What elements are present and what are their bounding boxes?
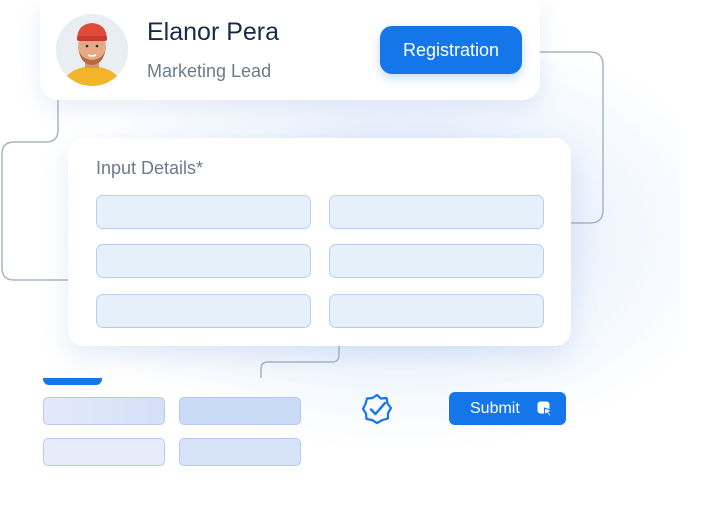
profile-card: Elanor Pera Marketing Lead Registration (40, 0, 540, 100)
tab-indicator (43, 378, 102, 385)
registration-button[interactable]: Registration (380, 26, 522, 74)
submit-label: Submit (470, 399, 520, 417)
detail-field-2[interactable] (329, 195, 544, 229)
bottom-connector (260, 346, 340, 378)
details-title: Input Details* (96, 158, 204, 178)
profile-name: Elanor Pera (147, 18, 280, 46)
lower-field-1[interactable] (43, 397, 165, 425)
detail-field-1[interactable] (96, 195, 311, 229)
detail-field-5[interactable] (96, 294, 311, 328)
details-card: Input Details* (68, 138, 571, 346)
left-connector (1, 100, 68, 281)
detail-field-3[interactable] (96, 244, 311, 278)
lower-field-4[interactable] (179, 438, 301, 466)
detail-field-4[interactable] (329, 244, 544, 278)
detail-field-6[interactable] (329, 294, 544, 328)
lower-field-3[interactable] (43, 438, 165, 466)
submit-button[interactable]: Submit (449, 392, 566, 425)
verified-check-icon (360, 392, 394, 426)
cursor-click-icon (536, 400, 554, 418)
profile-role: Marketing Lead (147, 61, 272, 81)
lower-field-2[interactable] (179, 397, 301, 425)
avatar (56, 14, 128, 86)
